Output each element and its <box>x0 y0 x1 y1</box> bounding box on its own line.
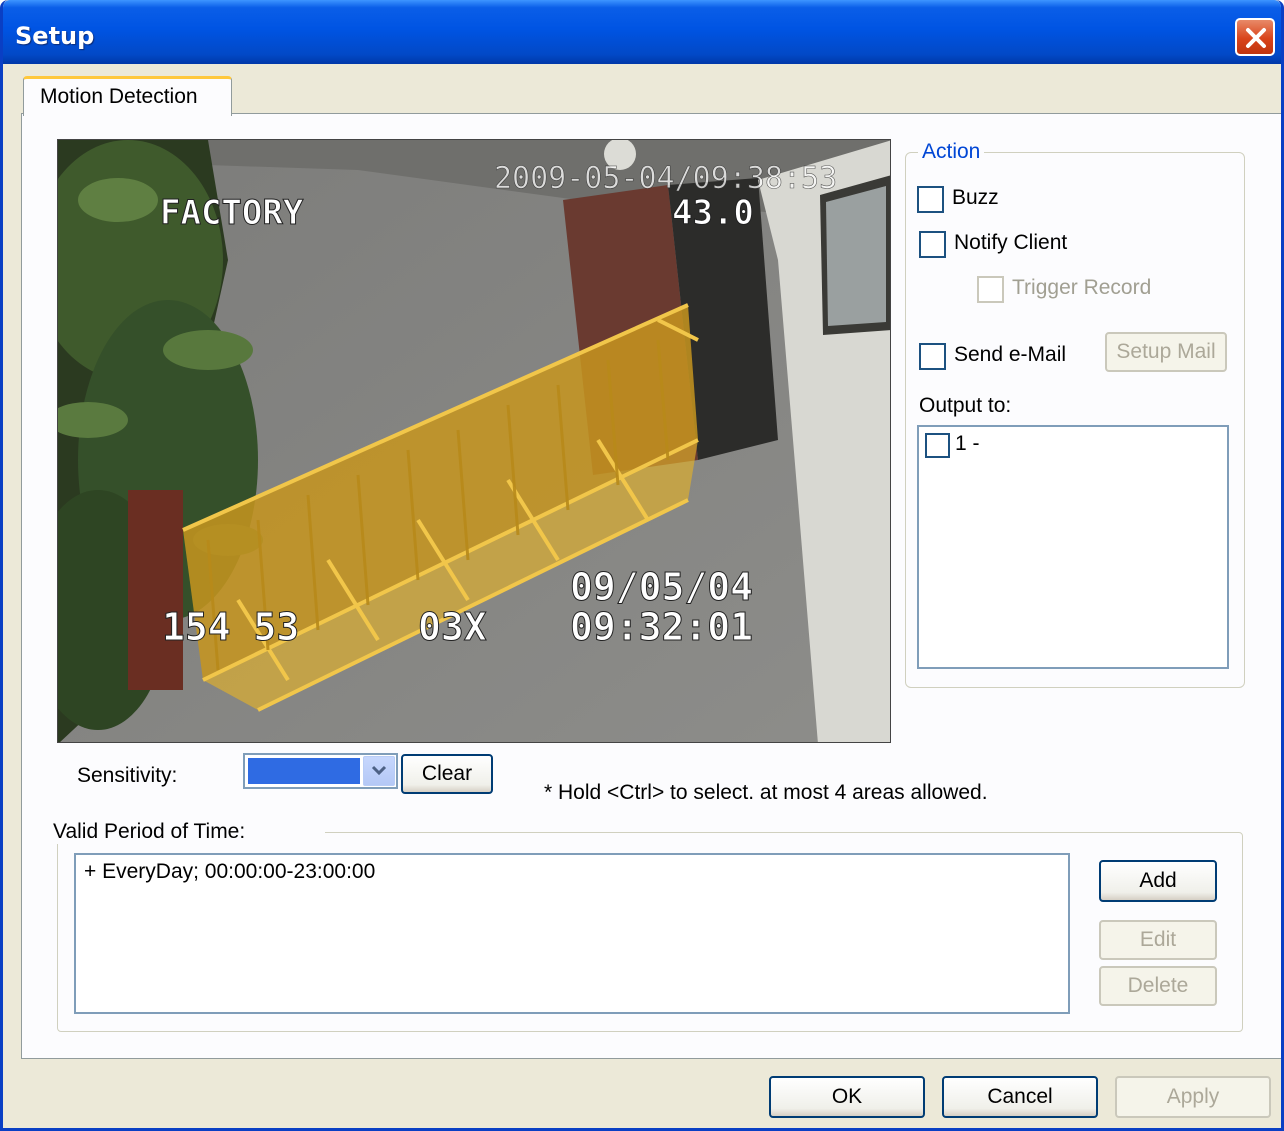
setup-dialog: Setup Motion Detection 2009-05-04/09:38:… <box>0 0 1284 1131</box>
tab-label: Motion Detection <box>40 85 198 108</box>
sensitivity-label: Sensitivity: <box>77 764 178 787</box>
close-button[interactable] <box>1235 18 1275 56</box>
overlay-zoom: 03X <box>418 605 487 649</box>
send-email-label[interactable]: Send e-Mail <box>954 343 1066 367</box>
notify-client-label[interactable]: Notify Client <box>954 231 1067 255</box>
camera-frame-image: 2009-05-04/09:38:53 FACTORY 43.0 09/05/0… <box>58 140 890 742</box>
selection-hint: * Hold <Ctrl> to select. at most 4 areas… <box>544 781 988 804</box>
apply-button[interactable]: Apply <box>1115 1076 1271 1118</box>
period-list[interactable]: + EveryDay; 00:00:00-23:00:00 <box>74 853 1070 1014</box>
clear-button[interactable]: Clear <box>401 754 493 794</box>
close-icon <box>1246 28 1266 48</box>
period-list-item[interactable]: + EveryDay; 00:00:00-23:00:00 <box>84 860 375 884</box>
action-legend: Action <box>918 140 985 164</box>
delete-period-button[interactable]: Delete <box>1099 966 1217 1006</box>
overlay-location: FACTORY <box>160 193 304 233</box>
add-period-button[interactable]: Add <box>1099 860 1217 902</box>
overlay-coords: 154 53 <box>162 605 299 649</box>
edit-period-button[interactable]: Edit <box>1099 920 1217 960</box>
overlay-time: 09:32:01 <box>570 605 753 649</box>
dropdown-button[interactable] <box>363 756 395 786</box>
title-bar[interactable]: Setup <box>3 0 1281 64</box>
notify-client-checkbox[interactable] <box>919 231 946 258</box>
camera-preview[interactable]: 2009-05-04/09:38:53 FACTORY 43.0 09/05/0… <box>57 139 891 743</box>
overlay-zoom-value: 43.0 <box>672 193 754 233</box>
valid-period-label: Valid Period of Time: <box>53 820 326 844</box>
buzz-checkbox[interactable] <box>917 186 944 213</box>
ok-button[interactable]: OK <box>769 1076 925 1118</box>
trigger-record-checkbox[interactable] <box>977 276 1004 303</box>
overlay-date: 09/05/04 <box>570 565 753 609</box>
output-to-label: Output to: <box>919 394 1012 417</box>
output-1-label: 1 - <box>955 432 980 455</box>
chevron-down-icon <box>371 765 387 776</box>
sensitivity-select[interactable] <box>243 753 398 789</box>
window-title: Setup <box>15 22 95 50</box>
trigger-record-label[interactable]: Trigger Record <box>1012 276 1151 300</box>
setup-mail-button[interactable]: Setup Mail <box>1105 332 1227 372</box>
output-list[interactable]: 1 - <box>917 425 1229 669</box>
tab-motion-detection[interactable]: Motion Detection <box>23 76 232 116</box>
cancel-button[interactable]: Cancel <box>942 1076 1098 1118</box>
overlay-datetime-top: 2009-05-04/09:38:53 <box>494 161 837 196</box>
output-1-checkbox[interactable] <box>925 433 950 458</box>
buzz-label[interactable]: Buzz <box>952 186 999 210</box>
sensitivity-selected-value <box>248 758 360 784</box>
send-email-checkbox[interactable] <box>919 343 946 370</box>
